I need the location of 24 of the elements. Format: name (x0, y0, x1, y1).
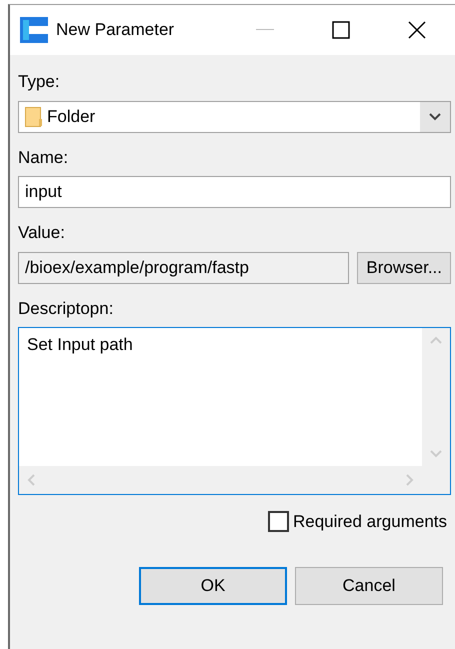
scroll-down-icon[interactable] (430, 450, 442, 458)
app-logo-icon (20, 17, 48, 43)
description-field[interactable]: Set Input path (18, 327, 451, 495)
name-label: Name: (18, 146, 70, 168)
close-icon[interactable] (407, 20, 427, 40)
dialog-button[interactable]: OK (139, 566, 287, 604)
browse-button[interactable]: Browser... (357, 252, 451, 284)
window-title: New Parameter (56, 19, 176, 42)
scroll-up-icon[interactable] (430, 336, 442, 344)
description-label: Descriptopn: (18, 298, 114, 320)
required-label: Required arguments (292, 511, 447, 533)
chevron-down-icon (429, 112, 441, 120)
dialog-button[interactable]: Cancel (295, 566, 443, 604)
folder-icon (25, 106, 43, 126)
required-checkbox[interactable] (268, 511, 289, 532)
scroll-right-icon[interactable] (406, 474, 414, 486)
maximize-icon[interactable] (332, 21, 350, 39)
value-label: Value: (18, 222, 66, 244)
scroll-left-icon[interactable] (27, 474, 35, 486)
name-field[interactable]: input (18, 176, 451, 208)
value-field[interactable]: /bioex/example/program/fastp (18, 252, 350, 284)
type-dropdown[interactable]: Folder (18, 100, 451, 132)
type-label: Type: (18, 71, 61, 93)
minimize-icon[interactable] (256, 29, 274, 31)
